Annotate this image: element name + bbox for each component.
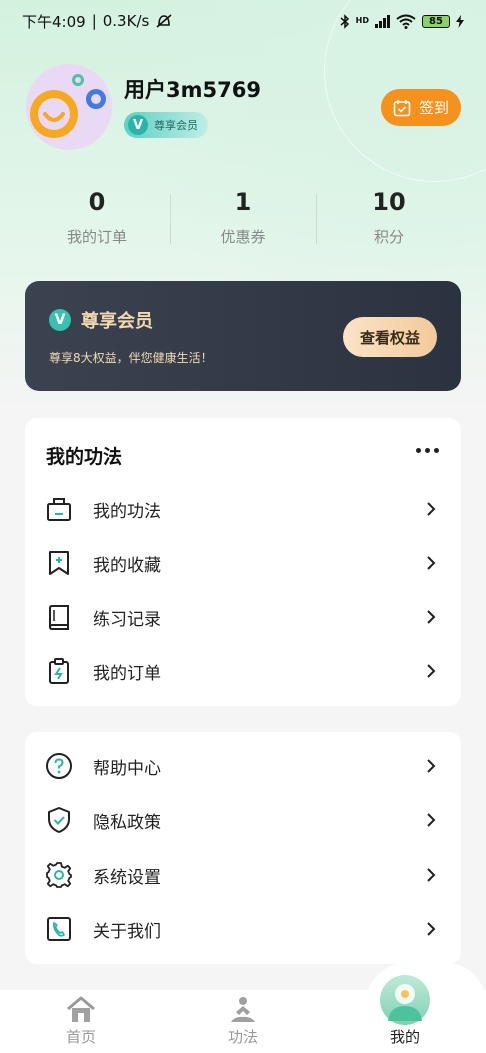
menu-label: 我的订单 xyxy=(93,663,161,684)
phone-icon xyxy=(47,917,71,941)
charging-icon xyxy=(456,14,464,28)
bookmark-icon xyxy=(49,551,69,575)
profile-icon xyxy=(380,975,430,1025)
chevron-right-icon xyxy=(427,502,436,516)
menu-item-practice-records[interactable]: 练习记录 xyxy=(25,590,461,644)
stat-orders[interactable]: 0 我的订单 xyxy=(24,188,170,254)
help-icon xyxy=(46,753,72,779)
username: 用户3m5769 xyxy=(124,78,261,102)
vip-card-subtitle: 尊享8大权益，伴您健康生活！ xyxy=(49,351,213,365)
menu-label: 我的功法 xyxy=(93,501,161,522)
menu-label: 隐私政策 xyxy=(93,812,161,833)
avatar-illustration xyxy=(26,64,112,150)
status-right: HD 85 xyxy=(340,13,464,29)
section-title: 我的功法 xyxy=(46,446,123,468)
menu-label: 关于我们 xyxy=(93,921,161,942)
tab-label: 首页 xyxy=(65,1028,96,1046)
chevron-right-icon xyxy=(427,610,436,624)
chevron-right-icon xyxy=(427,813,436,827)
chevron-right-icon xyxy=(427,922,436,936)
bag-icon xyxy=(47,498,71,521)
stat-label: 优惠券 xyxy=(220,228,266,246)
vip-badge-label: 尊享会员 xyxy=(154,119,198,132)
stat-label: 我的订单 xyxy=(66,228,127,246)
stats-row: 0 我的订单 1 优惠券 10 积分 xyxy=(24,188,462,254)
view-benefits-button[interactable]: 查看权益 xyxy=(343,317,437,357)
home-icon xyxy=(67,996,95,1022)
stat-value: 1 xyxy=(234,188,252,216)
vip-card-title-text: 尊享会员 xyxy=(81,311,153,332)
menu-label: 我的收藏 xyxy=(93,555,161,576)
menu-label: 练习记录 xyxy=(93,609,161,630)
battery-icon: 85 xyxy=(422,14,450,28)
tab-methods[interactable]: 功法 xyxy=(162,990,324,1053)
clipboard-icon xyxy=(49,658,69,684)
chevron-right-icon xyxy=(427,868,436,882)
gear-icon xyxy=(46,862,72,888)
book-icon xyxy=(49,605,69,630)
profile-header: 用户3m5769 V 尊享会员 签到 xyxy=(26,64,466,154)
chevron-right-icon xyxy=(427,664,436,678)
shield-icon xyxy=(48,807,70,833)
meditation-icon xyxy=(231,997,255,1022)
menu-item-about[interactable]: 关于我们 xyxy=(25,902,461,956)
alarm-muted-icon xyxy=(156,14,172,28)
hd-label: HD xyxy=(355,15,369,25)
stat-value: 0 xyxy=(88,188,106,216)
vip-v-icon: V xyxy=(128,115,148,135)
status-time: 下午4:09 xyxy=(22,12,86,31)
menu-label: 帮助中心 xyxy=(93,758,161,779)
menu-label: 系统设置 xyxy=(93,867,161,888)
menu-item-help[interactable]: 帮助中心 xyxy=(25,739,461,793)
stat-points[interactable]: 10 积分 xyxy=(316,188,462,254)
tab-home[interactable]: 首页 xyxy=(0,990,162,1053)
status-divider: | xyxy=(91,12,97,30)
status-net-speed: 0.3K/s xyxy=(102,12,150,30)
menu-item-my-orders[interactable]: 我的订单 xyxy=(25,644,461,698)
status-left: 下午4:09 | 0.3K/s xyxy=(22,11,173,32)
calendar-check-icon xyxy=(393,99,411,116)
chevron-right-icon xyxy=(427,556,436,570)
avatar[interactable] xyxy=(26,64,112,150)
vip-badge[interactable]: V 尊享会员 xyxy=(124,112,208,138)
vip-card-title: V 尊享会员 xyxy=(49,307,153,333)
bluetooth-icon xyxy=(340,13,349,29)
menu-item-favorites[interactable]: 我的收藏 xyxy=(25,536,461,590)
status-bar: 下午4:09 | 0.3K/s HD 85 xyxy=(0,0,486,42)
stat-label: 积分 xyxy=(373,228,404,246)
tab-label: 我的 xyxy=(389,1028,420,1046)
menu-item-my-methods[interactable]: 我的功法 xyxy=(25,482,461,536)
signin-button[interactable]: 签到 xyxy=(381,89,461,126)
tab-label: 功法 xyxy=(227,1028,258,1046)
menu-item-settings[interactable]: 系统设置 xyxy=(25,848,461,902)
vip-v-icon: V xyxy=(49,309,71,331)
more-icon[interactable] xyxy=(416,448,439,453)
menu-item-privacy[interactable]: 隐私政策 xyxy=(25,793,461,847)
my-methods-card: 我的功法 我的功法 我的收藏 练习记录 我的订单 xyxy=(25,418,461,706)
chevron-right-icon xyxy=(427,759,436,773)
vip-card: V 尊享会员 尊享8大权益，伴您健康生活！ 查看权益 xyxy=(25,281,461,391)
stat-coupons[interactable]: 1 优惠券 xyxy=(170,188,316,254)
stat-value: 10 xyxy=(372,188,406,216)
settings-card: 帮助中心 隐私政策 系统设置 关于我们 xyxy=(25,732,461,964)
signal-icon xyxy=(375,14,390,28)
signin-label: 签到 xyxy=(418,99,449,117)
wifi-icon xyxy=(396,14,416,29)
